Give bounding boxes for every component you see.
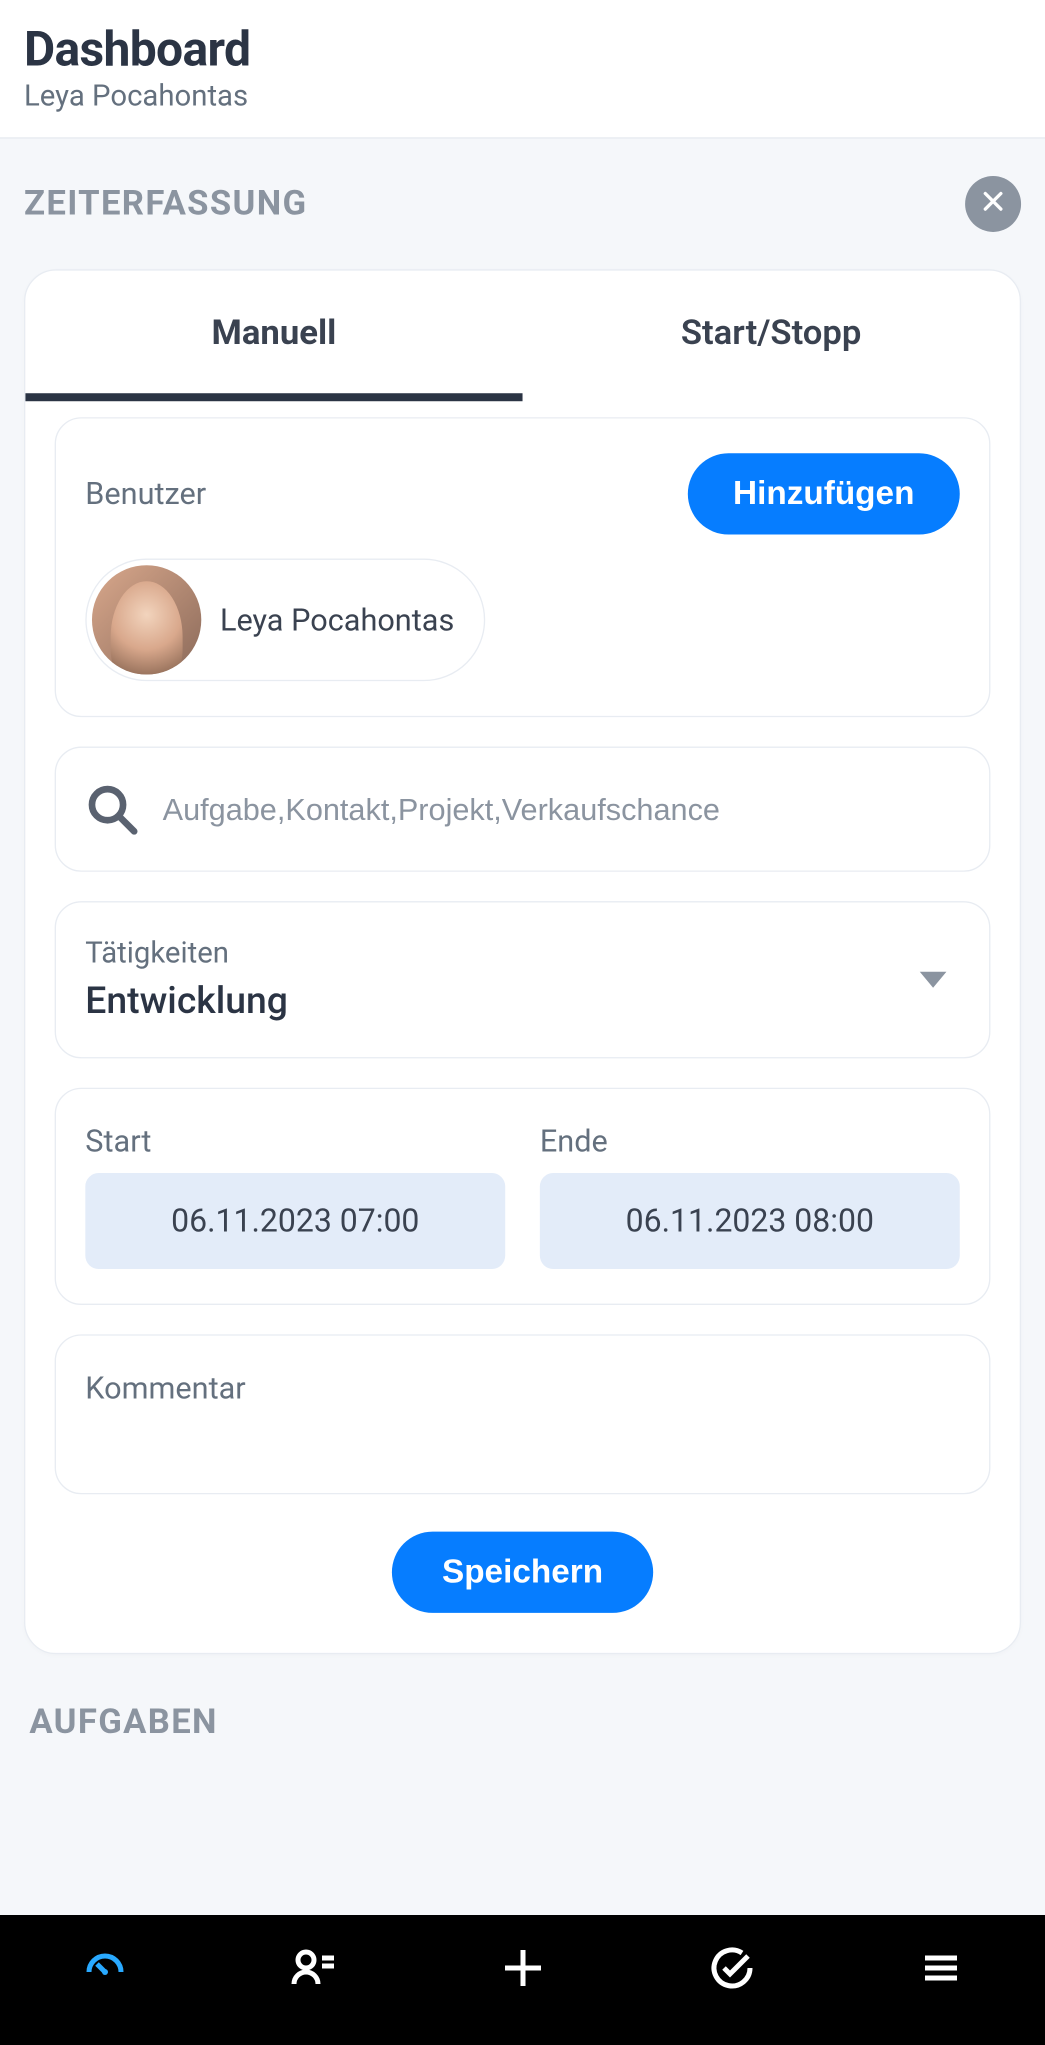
start-time-field[interactable]: 06.11.2023 07:00 <box>85 1173 505 1269</box>
nav-menu[interactable] <box>836 1915 1045 2025</box>
time-tracking-card: Manuell Start/Stopp Benutzer Hinzufügen … <box>24 269 1021 1654</box>
menu-icon <box>917 1944 965 1996</box>
search-icon <box>85 782 138 835</box>
page-subtitle: Leya Pocahontas <box>24 80 1021 113</box>
section-title-aufgaben: AUFGABEN <box>29 1702 1015 1742</box>
app-header: Dashboard Leya Pocahontas <box>0 0 1045 139</box>
check-circle-icon <box>708 1944 756 1996</box>
person-list-icon <box>290 1944 338 1996</box>
nav-dashboard[interactable] <box>0 1915 209 2025</box>
bottom-nav <box>0 1915 1045 2045</box>
user-section: Benutzer Hinzufügen Leya Pocahontas <box>55 417 991 717</box>
close-icon <box>980 188 1007 220</box>
tabs: Manuell Start/Stopp <box>25 271 1019 402</box>
close-button[interactable] <box>965 176 1021 232</box>
start-label: Start <box>85 1124 505 1160</box>
save-button[interactable]: Speichern <box>391 1532 653 1613</box>
nav-contacts[interactable] <box>209 1915 418 2025</box>
comment-section[interactable]: Kommentar <box>55 1334 991 1494</box>
activity-value: Entwicklung <box>85 978 959 1022</box>
comment-label: Kommentar <box>85 1370 959 1406</box>
page-title: Dashboard <box>24 21 1021 77</box>
activity-section[interactable]: Tätigkeiten Entwicklung <box>55 901 991 1058</box>
user-chip-name: Leya Pocahontas <box>220 602 454 638</box>
end-time-field[interactable]: 06.11.2023 08:00 <box>540 1173 960 1269</box>
time-section: Start 06.11.2023 07:00 Ende 06.11.2023 0… <box>55 1088 991 1305</box>
tab-manuell[interactable]: Manuell <box>25 271 522 402</box>
nav-add[interactable] <box>418 1915 627 2025</box>
search-section <box>55 746 991 871</box>
section-title-zeiterfassung: ZEITERFASSUNG <box>24 184 307 224</box>
user-label: Benutzer <box>85 476 206 512</box>
nav-tasks[interactable] <box>627 1915 836 2025</box>
search-input[interactable] <box>163 791 960 827</box>
tab-start-stopp[interactable]: Start/Stopp <box>523 271 1020 402</box>
plus-icon <box>499 1944 547 1996</box>
end-label: Ende <box>540 1124 960 1160</box>
chevron-down-icon <box>920 972 947 988</box>
gauge-icon <box>81 1944 129 1996</box>
add-user-button[interactable]: Hinzufügen <box>688 453 960 534</box>
avatar <box>92 565 201 674</box>
activity-label: Tätigkeiten <box>85 937 959 970</box>
user-chip[interactable]: Leya Pocahontas <box>85 559 485 682</box>
